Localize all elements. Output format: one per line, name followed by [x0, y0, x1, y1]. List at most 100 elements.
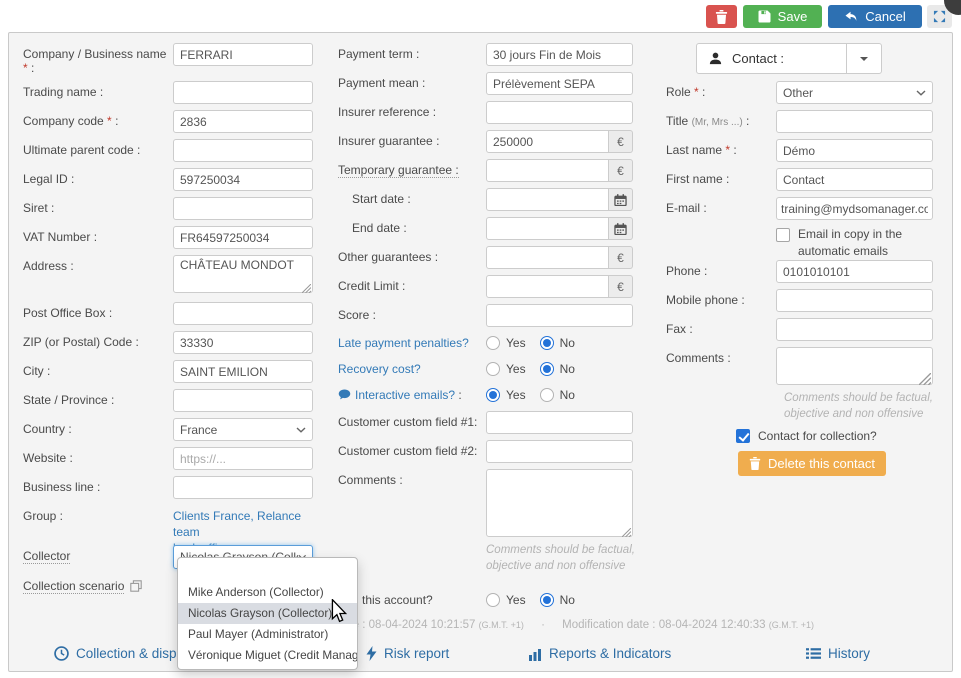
email-input[interactable] [776, 197, 933, 220]
payment-mean-input[interactable] [486, 72, 633, 95]
siret-input[interactable] [173, 197, 313, 220]
delete-record-button[interactable] [706, 5, 737, 28]
calendar-icon[interactable] [609, 188, 633, 211]
form-row: Late payment penalties? Yes No [338, 333, 644, 353]
interactive-emails-label: Interactive emails? : [338, 385, 486, 402]
tab-reports-indicators[interactable]: Reports & Indicators [528, 646, 671, 661]
save-button[interactable]: Save [743, 5, 822, 28]
form-row: Temporary guarantee : € [338, 159, 644, 182]
insurer-reference-input[interactable] [486, 101, 633, 124]
mobile-phone-input[interactable] [776, 289, 933, 312]
end-date-input[interactable] [486, 217, 609, 240]
trading-name-input[interactable] [173, 81, 313, 104]
late-payment-penalties-label: Late payment penalties? [338, 333, 486, 350]
credit-limit-input[interactable] [486, 275, 609, 298]
company-name-input[interactable] [173, 43, 313, 66]
form-row: Title (Mr, Mrs ...) : [666, 110, 950, 133]
fax-label: Fax : [666, 318, 776, 336]
other-guarantees-label: Other guarantees : [338, 246, 486, 264]
account-no-radio[interactable] [540, 593, 554, 607]
legal-id-input[interactable] [173, 168, 313, 191]
last-name-input[interactable] [776, 139, 933, 162]
contact-selector-label: Contact : [732, 51, 784, 66]
delete-contact-button[interactable]: Delete this contact [738, 451, 886, 476]
person-icon [709, 52, 722, 65]
phone-input[interactable] [776, 260, 933, 283]
custom-field-1-input[interactable] [486, 411, 633, 434]
interactive-yes-radio[interactable] [486, 388, 500, 402]
title-input[interactable] [776, 110, 933, 133]
contact-comments-textarea[interactable] [776, 347, 933, 385]
calendar-icon[interactable] [609, 217, 633, 240]
interactive-emails-link[interactable]: Interactive emails? [355, 388, 455, 402]
collector-option-empty[interactable] [178, 561, 357, 582]
post-office-box-label: Post Office Box : [23, 302, 173, 320]
website-input[interactable] [173, 447, 313, 470]
external-window-icon[interactable] [130, 575, 142, 595]
payment-term-input[interactable] [486, 43, 633, 66]
custom-field-2-input[interactable] [486, 440, 633, 463]
currency-addon: € [609, 275, 633, 298]
account-question-radio-group: Yes No [486, 590, 589, 607]
contact-selector[interactable]: Contact : [696, 43, 882, 74]
business-line-input[interactable] [173, 476, 313, 499]
trading-name-label: Trading name : [23, 81, 173, 99]
ultimate-parent-code-input[interactable] [173, 139, 313, 162]
other-guarantees-input[interactable] [486, 246, 609, 269]
collector-option[interactable]: Paul Mayer (Administrator) [178, 624, 357, 645]
zip-code-input[interactable] [173, 331, 313, 354]
interactive-no-radio[interactable] [540, 388, 554, 402]
form-row: Comments : [338, 469, 644, 540]
recovery-yes-radio[interactable] [486, 362, 500, 376]
trash-icon [715, 10, 728, 24]
bolt-icon [366, 646, 377, 661]
save-button-label: Save [778, 9, 808, 24]
tab-history[interactable]: History [806, 646, 870, 661]
form-row: Insurer reference : [338, 101, 644, 124]
phone-label: Phone : [666, 260, 776, 278]
collector-option[interactable]: Véronique Miguet (Credit Manager) [178, 645, 357, 666]
state-province-label: State / Province : [23, 389, 173, 407]
recovery-cost-link[interactable]: Recovery cost? [338, 362, 421, 376]
company-code-input[interactable] [173, 110, 313, 133]
payment-term-label: Payment term : [338, 43, 486, 61]
address-textarea[interactable]: CHÂTEAU MONDOT [173, 255, 313, 293]
vat-number-input[interactable] [173, 226, 313, 249]
score-input[interactable] [486, 304, 633, 327]
recovery-no-radio[interactable] [540, 362, 554, 376]
contact-for-collection-checkbox[interactable] [736, 429, 750, 443]
email-copy-checkbox[interactable] [776, 228, 790, 242]
form-row: Phone : [666, 260, 950, 283]
late-penalties-no-radio[interactable] [540, 336, 554, 350]
list-icon [806, 647, 821, 660]
collector-option[interactable]: Mike Anderson (Collector) [178, 582, 357, 603]
form-row: Fax : [666, 318, 950, 341]
company-column: Company / Business name * : Trading name… [23, 43, 331, 601]
first-name-input[interactable] [776, 168, 933, 191]
tab-risk-report[interactable]: Risk report [366, 646, 449, 661]
cancel-button[interactable]: Cancel [828, 5, 922, 28]
state-province-input[interactable] [173, 389, 313, 412]
fax-input[interactable] [776, 318, 933, 341]
company-code-label: Company code * : [23, 110, 173, 128]
form-row: Other guarantees : € [338, 246, 644, 269]
customer-comments-textarea[interactable] [486, 469, 633, 537]
late-penalties-yes-radio[interactable] [486, 336, 500, 350]
temporary-guarantee-input[interactable] [486, 159, 609, 182]
start-date-input[interactable] [486, 188, 609, 211]
city-input[interactable] [173, 360, 313, 383]
collection-scenario-label: Collection scenario [23, 575, 124, 593]
collector-option-highlighted[interactable]: Nicolas Grayson (Collector) [178, 603, 357, 624]
role-select[interactable]: Other [776, 81, 933, 104]
late-payment-penalties-link[interactable]: Late payment penalties? [338, 336, 469, 350]
post-office-box-input[interactable] [173, 302, 313, 325]
account-yes-radio[interactable] [486, 593, 500, 607]
form-row: Country : France [23, 418, 331, 441]
currency-addon: € [609, 159, 633, 182]
contact-selector-caret-button[interactable] [846, 44, 881, 73]
group-link-line1[interactable]: Clients France, Relance team [173, 508, 331, 540]
insurer-guarantee-input[interactable] [486, 130, 609, 153]
form-row: Company code * : [23, 110, 331, 133]
timezone: (G.M.T. +1) [479, 620, 524, 630]
country-select[interactable]: France [173, 418, 313, 441]
